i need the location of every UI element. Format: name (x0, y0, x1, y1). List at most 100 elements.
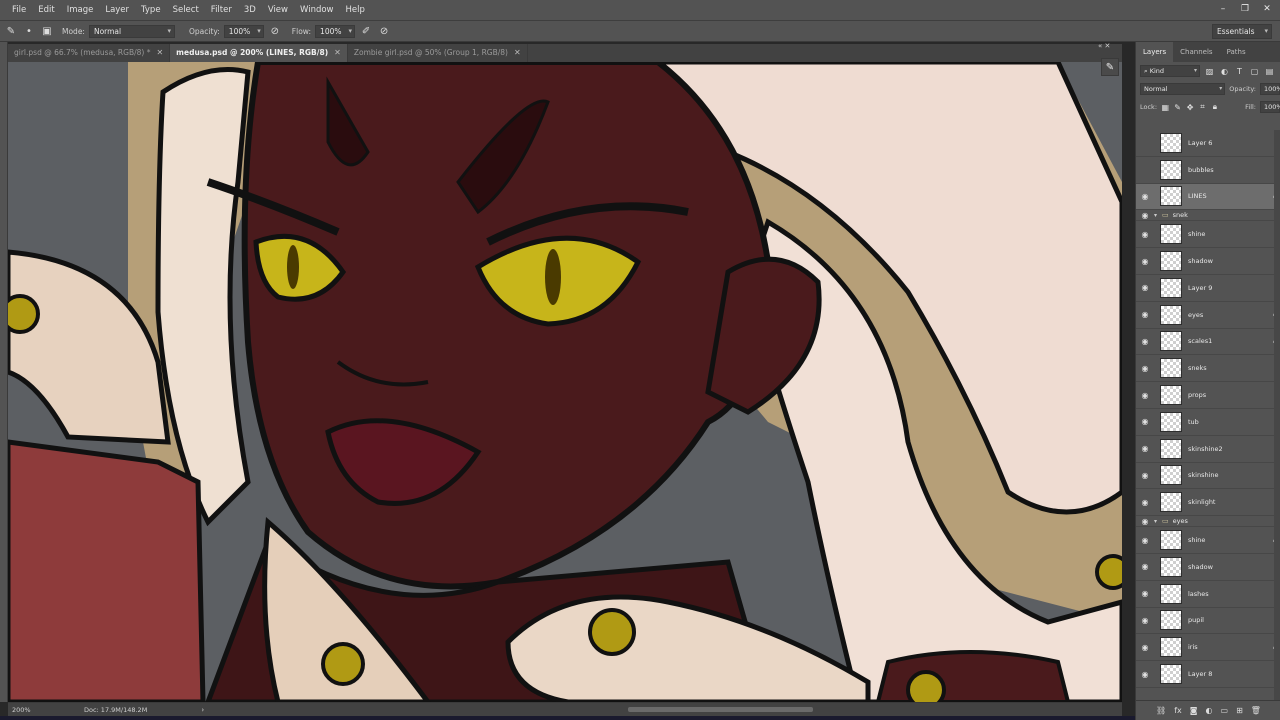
group-expand-icon[interactable]: ▾ (1154, 518, 1162, 525)
menu-file[interactable]: File (6, 0, 32, 20)
layer-row[interactable]: ◉ Layer 6 (1136, 130, 1280, 157)
menu-3d[interactable]: 3D (238, 0, 262, 20)
layer-row[interactable]: ◉eyes🔒︎ (1136, 302, 1280, 329)
mode-dropdown[interactable]: Normal (88, 24, 175, 38)
menu-select[interactable]: Select (167, 0, 205, 20)
visibility-eye-icon[interactable]: ◉ (1136, 211, 1154, 220)
pressure-size-icon[interactable]: ⊘ (377, 24, 391, 38)
layer-row[interactable]: ◉ skinlight (1136, 489, 1280, 517)
layer-row[interactable]: ◉LINES🔒︎ (1136, 183, 1280, 211)
minimize-icon[interactable]: – (1216, 3, 1230, 15)
layer-row[interactable]: ◉iris🔒︎ (1136, 634, 1280, 662)
layer-row[interactable]: ◉ props (1136, 382, 1280, 409)
close-icon[interactable]: ✕ (1260, 3, 1274, 15)
canvas[interactable] (8, 62, 1122, 702)
layer-row[interactable]: ◉ Layer 8 (1136, 661, 1280, 688)
visibility-eye-icon[interactable]: ◉ (1136, 230, 1154, 239)
brush-size-icon[interactable]: • (22, 24, 36, 38)
layer-row[interactable]: ◉ shadow (1136, 554, 1280, 581)
visibility-eye-icon[interactable]: ◉ (1136, 616, 1154, 625)
layer-row[interactable]: ◉ pupil (1136, 608, 1280, 635)
document-tab[interactable]: medusa.psd @ 200% (LINES, RGB/8) ✕ (170, 44, 348, 62)
restore-icon[interactable]: ❐ (1238, 3, 1252, 15)
layer-row[interactable]: ◉scales1🔒︎ (1136, 329, 1280, 356)
document-tab[interactable]: girl.psd @ 66.7% (medusa, RGB/8) * ✕ (8, 44, 171, 62)
status-menu-icon[interactable]: › (201, 706, 204, 714)
visibility-eye-icon[interactable]: ◉ (1136, 498, 1154, 507)
menu-window[interactable]: Window (294, 0, 340, 20)
visibility-eye-icon[interactable]: ◉ (1136, 165, 1154, 174)
visibility-eye-icon[interactable]: ◉ (1136, 417, 1154, 426)
fx-icon[interactable]: fx (1174, 706, 1182, 715)
layer-group-row[interactable]: ◉ ▾ ▭ snek (1136, 210, 1280, 222)
panel-tab-paths[interactable]: Paths (1220, 42, 1253, 62)
visibility-eye-icon[interactable]: ◉ (1136, 364, 1154, 373)
visibility-eye-icon[interactable]: ◉ (1136, 337, 1154, 346)
pixel-filter-icon[interactable]: ▨ (1204, 67, 1215, 76)
layer-opacity-field[interactable]: 100% (1260, 83, 1280, 95)
adjustment-layer-icon[interactable]: ◐ (1206, 706, 1213, 715)
visibility-eye-icon[interactable]: ◉ (1136, 536, 1154, 545)
menu-view[interactable]: View (262, 0, 294, 20)
new-group-icon[interactable]: ▭ (1221, 706, 1229, 715)
kind-filter-dropdown[interactable]: ⌕ Kind (1140, 65, 1200, 77)
layers-scrollbar[interactable] (1274, 130, 1280, 700)
collapse-panels-icon[interactable]: « ✕ (1098, 42, 1110, 50)
visibility-eye-icon[interactable]: ◉ (1136, 471, 1154, 480)
flow-field[interactable]: 100% (315, 24, 356, 38)
layer-row[interactable]: ◉shine🔒︎ (1136, 527, 1280, 554)
visibility-eye-icon[interactable]: ◉ (1136, 138, 1154, 147)
visibility-eye-icon[interactable]: ◉ (1136, 643, 1154, 652)
airbrush-icon[interactable]: ✐ (359, 24, 373, 38)
visibility-eye-icon[interactable]: ◉ (1136, 562, 1154, 571)
lock-artboard-icon[interactable]: ⌗ (1198, 102, 1206, 112)
panel-tab-layers[interactable]: Layers (1136, 42, 1174, 62)
close-tab-icon[interactable]: ✕ (514, 44, 521, 62)
visibility-eye-icon[interactable]: ◉ (1136, 192, 1154, 201)
close-tab-icon[interactable]: ✕ (334, 44, 341, 62)
visibility-eye-icon[interactable]: ◉ (1136, 589, 1154, 598)
blend-mode-dropdown[interactable]: Normal (1140, 83, 1226, 95)
lock-all-icon[interactable]: 🔒︎ (1211, 102, 1219, 112)
menu-edit[interactable]: Edit (32, 0, 60, 20)
visibility-eye-icon[interactable]: ◉ (1136, 283, 1154, 292)
shape-filter-icon[interactable]: ▢ (1249, 67, 1260, 76)
visibility-eye-icon[interactable]: ◉ (1136, 391, 1154, 400)
zoom-level[interactable]: 200% (8, 706, 44, 714)
layer-row[interactable]: ◉ sneks (1136, 355, 1280, 383)
lock-image-icon[interactable]: ✎ (1173, 103, 1181, 112)
visibility-eye-icon[interactable]: ◉ (1136, 517, 1154, 526)
pressure-opacity-icon[interactable]: ⊘ (268, 24, 282, 38)
brush-settings-icon[interactable]: ✎ (1101, 58, 1119, 76)
horizontal-scrollbar[interactable] (628, 707, 813, 712)
menu-help[interactable]: Help (340, 0, 371, 20)
layer-row[interactable]: ◉ shadow (1136, 248, 1280, 275)
layer-group-row[interactable]: ◉ ▾ ▭ eyes (1136, 516, 1280, 528)
brush-panel-icon[interactable]: ▣ (40, 24, 54, 38)
delete-layer-icon[interactable]: 🗑︎ (1251, 706, 1261, 715)
layer-row[interactable]: ◉ skinshine2 (1136, 436, 1280, 463)
visibility-eye-icon[interactable]: ◉ (1136, 257, 1154, 266)
lock-position-icon[interactable]: ✥ (1186, 103, 1194, 112)
workspace-dropdown[interactable]: Essentials (1212, 24, 1272, 39)
group-expand-icon[interactable]: ▾ (1154, 212, 1162, 219)
add-mask-icon[interactable]: ◙ (1190, 706, 1198, 715)
layer-row[interactable]: ◉ tub (1136, 409, 1280, 436)
close-tab-icon[interactable]: ✕ (156, 44, 163, 62)
menu-image[interactable]: Image (61, 0, 100, 20)
fill-field[interactable]: 100% (1260, 101, 1280, 113)
visibility-eye-icon[interactable]: ◉ (1136, 444, 1154, 453)
new-layer-icon[interactable]: ⊞ (1236, 706, 1243, 715)
menu-filter[interactable]: Filter (205, 0, 238, 20)
layer-row[interactable]: ◉ skinshine (1136, 463, 1280, 490)
opacity-field[interactable]: 100% (223, 24, 264, 38)
layer-row[interactable]: ◉ bubbles (1136, 157, 1280, 184)
type-filter-icon[interactable]: T (1234, 67, 1245, 76)
visibility-eye-icon[interactable]: ◉ (1136, 310, 1154, 319)
layer-row[interactable]: ◉ shine (1136, 221, 1280, 249)
menu-type[interactable]: Type (135, 0, 167, 20)
document-tab[interactable]: Zombie girl.psd @ 50% (Group 1, RGB/8) ✕ (348, 44, 528, 62)
layer-row[interactable]: ◉ lashes (1136, 581, 1280, 608)
visibility-eye-icon[interactable]: ◉ (1136, 670, 1154, 679)
panel-tab-channels[interactable]: Channels (1173, 42, 1219, 62)
